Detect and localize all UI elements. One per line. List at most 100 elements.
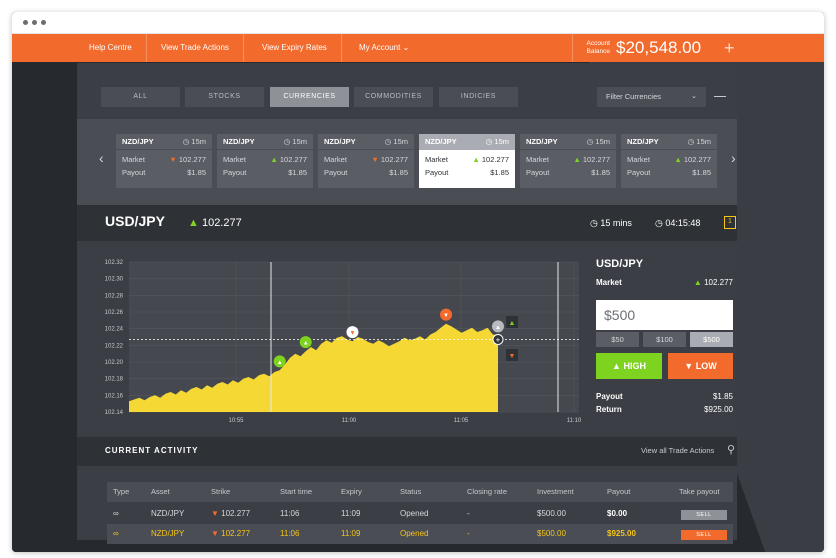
col-expiry: Expiry [341, 487, 362, 496]
chevron-right-icon[interactable]: › [731, 150, 736, 166]
window-dot-icon[interactable] [23, 20, 28, 25]
tab-all[interactable]: ALL [101, 87, 180, 107]
ticker-card[interactable]: NZD/JPY ◷ 15m Market ▼ 102.277 Payout $1.85 [116, 134, 212, 188]
table-row[interactable]: ∞ NZD/JPY ▼ 102.277 11:06 11:09 Opened -… [107, 504, 733, 524]
ticker-payout-label: Payout [526, 168, 550, 177]
ticker-payout-value: $1.85 [591, 168, 610, 177]
row-expiry: 11:09 [341, 529, 361, 538]
activity-title: CURRENT ACTIVITY [105, 446, 199, 455]
ticker-time-text: 15m [191, 137, 206, 146]
nav-my-account[interactable]: My Account ⌄ [345, 34, 423, 62]
nav-view-trade-actions[interactable]: View Trade Actions [147, 34, 244, 62]
col-status: Status [400, 487, 422, 496]
search-icon[interactable]: ⚲ [727, 443, 735, 456]
ticker-market-text: 102.277 [279, 155, 307, 164]
x-tick-label: 11:10 [567, 418, 582, 424]
window-dot-icon[interactable] [32, 20, 37, 25]
ticker-pair: NZD/JPY [526, 137, 558, 146]
row-closing: - [467, 509, 470, 518]
table-row[interactable]: ∞ NZD/JPY ▼ 102.277 11:06 11:09 Opened -… [107, 524, 733, 544]
ticker-pair: NZD/JPY [122, 137, 154, 146]
row-strike-value: 102.277 [221, 529, 251, 538]
ticker-market-text: 102.277 [481, 155, 509, 164]
sell-button[interactable]: SELL [681, 510, 727, 520]
tab-currencies[interactable]: CURRENCIES [270, 87, 349, 107]
y-tick-label: 102.26 [105, 310, 124, 316]
link-icon: ∞ [113, 509, 119, 518]
ticker-market-value: ▼ 102.277 [169, 153, 206, 166]
ticker-payout-label: Payout [627, 168, 651, 177]
ticker-market-value: ▲ 102.277 [573, 153, 610, 166]
arrow-up-icon: ▲ [674, 155, 682, 164]
ticker-time-text: 15m [595, 137, 610, 146]
amount-option-50[interactable]: $50 [596, 332, 639, 347]
asset-header [77, 205, 737, 241]
collapse-icon[interactable] [714, 96, 726, 97]
col-investment: Investment [537, 487, 574, 496]
ticker-time: ◷ 15m [587, 134, 610, 150]
add-funds-icon[interactable]: + [724, 38, 735, 58]
ticker-market-row: Market ▲ 102.277 [217, 153, 313, 166]
ticker-payout-label: Payout [324, 168, 348, 177]
arrow-up-icon: ▲ [693, 278, 702, 287]
ticker-market-value: ▼ 102.277 [371, 153, 408, 166]
y-tick-label: 102.22 [105, 343, 124, 349]
nav-help-centre[interactable]: Help Centre [75, 34, 147, 62]
ticker-card[interactable]: NZD/JPY ◷ 15m Market ▲ 102.277 Payout $1.85 [419, 134, 515, 188]
tab-indicies[interactable]: INDICIES [439, 87, 518, 107]
countdown-text: 04:15:48 [665, 218, 701, 228]
plus-icon: + [496, 336, 501, 345]
ticker-market-text: 102.277 [178, 155, 206, 164]
ticker-market-text: 102.277 [380, 155, 408, 164]
filter-select-value: Filter Currencies [606, 92, 662, 101]
row-payout: $0.00 [607, 509, 628, 518]
ticker-card[interactable]: NZD/JPY ◷ 15m Market ▼ 102.277 Payout $1.85 [318, 134, 414, 188]
view-all-trade-actions-link[interactable]: View all Trade Actions [641, 446, 714, 455]
high-button[interactable]: ▲ HIGH [596, 353, 662, 379]
low-button-label: LOW [695, 361, 717, 371]
divider [572, 34, 573, 62]
ticker-head: NZD/JPY ◷ 15m [116, 134, 212, 150]
ticker-market-row: Market ▼ 102.277 [318, 153, 414, 166]
arrow-down-icon: ▼ [509, 353, 516, 360]
arrow-up-icon: ▲ [573, 155, 581, 164]
ticker-time: ◷ 15m [486, 134, 509, 150]
low-button[interactable]: ▼ LOW [668, 353, 733, 379]
chevron-left-icon[interactable]: ‹ [99, 150, 104, 166]
return-value: $925.00 [704, 405, 733, 414]
y-tick-label: 102.18 [105, 377, 124, 383]
window-dot-icon[interactable] [41, 20, 46, 25]
balance-label-line: Balance [586, 48, 611, 55]
row-strike: ▼ 102.277 [211, 524, 250, 544]
ticker-card[interactable]: NZD/JPY ◷ 15m Market ▲ 102.277 Payout $1.85 [520, 134, 616, 188]
arrow-up-icon: ▲ [277, 360, 283, 366]
ticker-card[interactable]: NZD/JPY ◷ 15m Market ▲ 102.277 Payout $1.85 [217, 134, 313, 188]
arrow-down-icon: ▼ [169, 155, 177, 164]
countdown: ◷ 04:15:48 [655, 218, 700, 229]
amount-input[interactable]: $500 [596, 300, 733, 330]
row-closing: - [467, 529, 470, 538]
amount-option-100[interactable]: $100 [643, 332, 686, 347]
ticker-payout-label: Payout [223, 168, 247, 177]
return-label: Return [596, 405, 622, 414]
ticker-card[interactable]: NZD/JPY ◷ 15m Market ▲ 102.277 Payout $1.85 [621, 134, 717, 188]
tab-commodities[interactable]: COMMODITIES [354, 87, 433, 107]
sell-button[interactable]: SELL [681, 530, 727, 540]
ticker-head: NZD/JPY ◷ 15m [621, 134, 717, 150]
nav-view-expiry-rates[interactable]: View Expiry Rates [248, 34, 342, 62]
ticker-market-row: Market ▲ 102.277 [419, 153, 515, 166]
expand-icon[interactable]: 1 [724, 216, 736, 229]
row-asset: NZD/JPY [151, 509, 185, 518]
filter-currencies-select[interactable]: Filter Currencies ⌄ [597, 87, 706, 107]
chevron-down-icon: ⌄ [402, 43, 410, 52]
ticker-payout-row: Payout $1.85 [318, 166, 414, 179]
tab-stocks[interactable]: STOCKS [185, 87, 264, 107]
ticker-market-label: Market [324, 155, 347, 164]
price-chart[interactable]: 102.32 102.30 102.28 102.26 102.24 102.22 102.… [95, 252, 585, 430]
ticker-time-text: 15m [696, 137, 711, 146]
x-tick-label: 11:05 [454, 418, 469, 424]
ticker-payout-row: Payout $1.85 [217, 166, 313, 179]
col-payout: Payout [607, 487, 631, 496]
amount-option-500[interactable]: $500 [690, 332, 733, 347]
clock-icon: ◷ [687, 137, 695, 146]
